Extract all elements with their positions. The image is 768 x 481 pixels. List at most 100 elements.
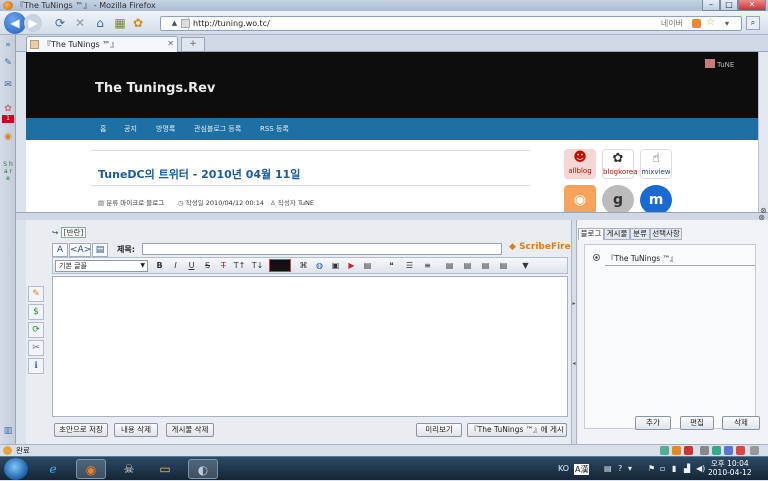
- delete-content-button[interactable]: 내용 삭제: [114, 423, 158, 437]
- quote-icon[interactable]: ❝: [385, 259, 398, 272]
- image-icon[interactable]: ▣: [329, 259, 342, 272]
- font-select[interactable]: 기본 글꼴 ▼: [55, 260, 148, 272]
- explorer-taskbar-icon[interactable]: ▭: [150, 459, 180, 479]
- panel-divider[interactable]: ⊗: [16, 212, 768, 222]
- delete-blog-button[interactable]: 삭제: [722, 416, 760, 430]
- media-icon[interactable]: ▤: [361, 259, 374, 272]
- new-tab-button[interactable]: +: [181, 37, 205, 51]
- allblog-badge[interactable]: ☻ allblog: [564, 149, 596, 179]
- menu-item-home[interactable]: 홈: [100, 118, 106, 140]
- blogkorea-badge[interactable]: ✿ blogkorea: [602, 149, 638, 179]
- add-blog-button[interactable]: 추가: [635, 416, 671, 430]
- font-size-up-icon[interactable]: T↑: [233, 259, 246, 272]
- restore-link[interactable]: ↪ [반란]: [52, 227, 87, 238]
- expand-icon[interactable]: »: [2, 39, 14, 51]
- volume-icon[interactable]: ◀): [696, 464, 705, 473]
- site-title[interactable]: The Tunings.Rev: [95, 81, 215, 96]
- italic-icon[interactable]: I: [169, 259, 182, 272]
- feed-icon[interactable]: ◉: [2, 131, 14, 143]
- tray-chevron-icon[interactable]: ▾: [628, 464, 632, 473]
- publish-button[interactable]: 『The TuNings ™』에 게시: [467, 423, 567, 437]
- close-sf-icon[interactable]: ⊗: [760, 206, 767, 215]
- page-scrollbar[interactable]: [758, 52, 768, 212]
- menu-item-rss[interactable]: RSS 등록: [260, 118, 289, 140]
- alert-status-icon[interactable]: [736, 446, 745, 455]
- stop-icon[interactable]: ✕: [72, 15, 88, 31]
- ime-options-icon[interactable]: ▤: [604, 464, 612, 473]
- refresh-icon[interactable]: ⟳: [28, 322, 44, 338]
- feed-status-icon[interactable]: [724, 446, 733, 455]
- align-justify-icon[interactable]: ▤: [497, 259, 510, 272]
- edit-blog-button[interactable]: 편집: [680, 416, 714, 430]
- google-badge[interactable]: g: [602, 185, 634, 212]
- underline-icon[interactable]: U: [185, 259, 198, 272]
- menu-item-blog-register[interactable]: 관심블로그 등록: [194, 118, 241, 140]
- money-icon[interactable]: $: [28, 304, 44, 320]
- maximize-button[interactable]: □: [720, 0, 738, 11]
- m-badge[interactable]: m: [640, 185, 672, 212]
- start-button[interactable]: [4, 458, 28, 480]
- align-right-icon[interactable]: ▤: [479, 259, 492, 272]
- url-bar[interactable]: ▲ http://tuning.wo.tc/ 네이버 ☆ ▾: [160, 16, 742, 31]
- back-button[interactable]: ◀: [4, 12, 26, 34]
- align-left-icon[interactable]: ▤: [443, 259, 456, 272]
- ok-status-icon[interactable]: [712, 446, 721, 455]
- post-title[interactable]: TuneDC의 트위터 - 2010년 04월 11일: [98, 166, 300, 182]
- tools-icon[interactable]: ✎: [2, 57, 14, 69]
- ie-icon[interactable]: ℯ: [38, 459, 68, 479]
- align-center-icon[interactable]: ▤: [461, 259, 474, 272]
- abp-status-icon[interactable]: [684, 446, 693, 455]
- close-window-button[interactable]: ✕: [738, 0, 766, 11]
- language-indicator[interactable]: KO: [558, 464, 569, 473]
- resize-grip-icon[interactable]: [750, 446, 759, 455]
- post-body-editor[interactable]: [52, 276, 568, 417]
- naver-label[interactable]: 네이버: [661, 17, 683, 30]
- network-bars-icon[interactable]: ▟: [684, 464, 690, 473]
- font-size-down-icon[interactable]: T↓: [251, 259, 264, 272]
- chevron-right-icon[interactable]: ▸: [572, 300, 576, 308]
- rich-text-mode-icon[interactable]: A: [52, 243, 68, 257]
- tab-tunings[interactable]: 『The TuNings ™』 ✕: [26, 36, 178, 52]
- addon-status-icon[interactable]: [660, 446, 669, 455]
- globe-icon[interactable]: ◍: [313, 259, 326, 272]
- notes-icon[interactable]: ✎: [28, 286, 44, 302]
- site-logo[interactable]: TuNE: [705, 59, 734, 69]
- tab-close-icon[interactable]: ✕: [167, 39, 174, 48]
- grease-status-icon[interactable]: [700, 446, 709, 455]
- save-draft-button[interactable]: 초안으로 저장: [54, 423, 108, 437]
- chevron-down-icon[interactable]: ▾: [725, 17, 729, 30]
- ordered-list-icon[interactable]: ☰: [403, 259, 416, 272]
- pane-splitter[interactable]: ▸ ◂: [571, 220, 577, 444]
- url-text[interactable]: http://tuning.wo.tc/: [193, 18, 270, 30]
- reload-icon[interactable]: ⟳: [52, 15, 68, 31]
- tab-blog[interactable]: 블로그: [578, 228, 604, 240]
- share-icon[interactable]: S h a r e: [2, 161, 14, 191]
- more-options-icon[interactable]: ▼: [519, 259, 532, 272]
- text-color-picker[interactable]: [269, 259, 291, 272]
- forward-button[interactable]: ▶: [24, 14, 42, 32]
- scribefire-status-icon[interactable]: [672, 446, 681, 455]
- addon-icon[interactable]: ✿: [130, 15, 146, 31]
- mixview-badge[interactable]: ☝ mixview: [640, 149, 672, 179]
- youtube-icon[interactable]: ▶: [345, 259, 358, 272]
- ime-indicator[interactable]: A漢: [574, 464, 590, 475]
- panel-toggle-icon[interactable]: ▥: [2, 425, 14, 437]
- rss-badge[interactable]: ◉: [564, 185, 596, 212]
- link-icon[interactable]: ⌘: [297, 259, 310, 272]
- tab-options[interactable]: 선택사항: [650, 228, 682, 240]
- minimize-button[interactable]: –: [702, 0, 720, 11]
- app-taskbar-icon[interactable]: ☠: [114, 459, 144, 479]
- split-mode-icon[interactable]: ▤: [92, 243, 108, 257]
- unordered-list-icon[interactable]: ≡: [421, 259, 434, 272]
- delete-post-button[interactable]: 게시물 삭제: [166, 423, 214, 437]
- star-icon[interactable]: ☆: [706, 17, 715, 29]
- tab-posts[interactable]: 게시물: [604, 228, 630, 240]
- settings-icon[interactable]: ✂: [28, 340, 44, 356]
- firefox-taskbar-icon[interactable]: ◉: [76, 459, 106, 479]
- network-icon[interactable]: ▮: [672, 464, 676, 473]
- mail-icon[interactable]: ✉: [2, 79, 14, 91]
- menu-item-notice[interactable]: 공지: [124, 118, 137, 140]
- blog-radio[interactable]: [593, 254, 600, 261]
- menu-item-guestbook[interactable]: 방명록: [156, 118, 175, 140]
- notification-icon[interactable]: ✿: [2, 103, 14, 115]
